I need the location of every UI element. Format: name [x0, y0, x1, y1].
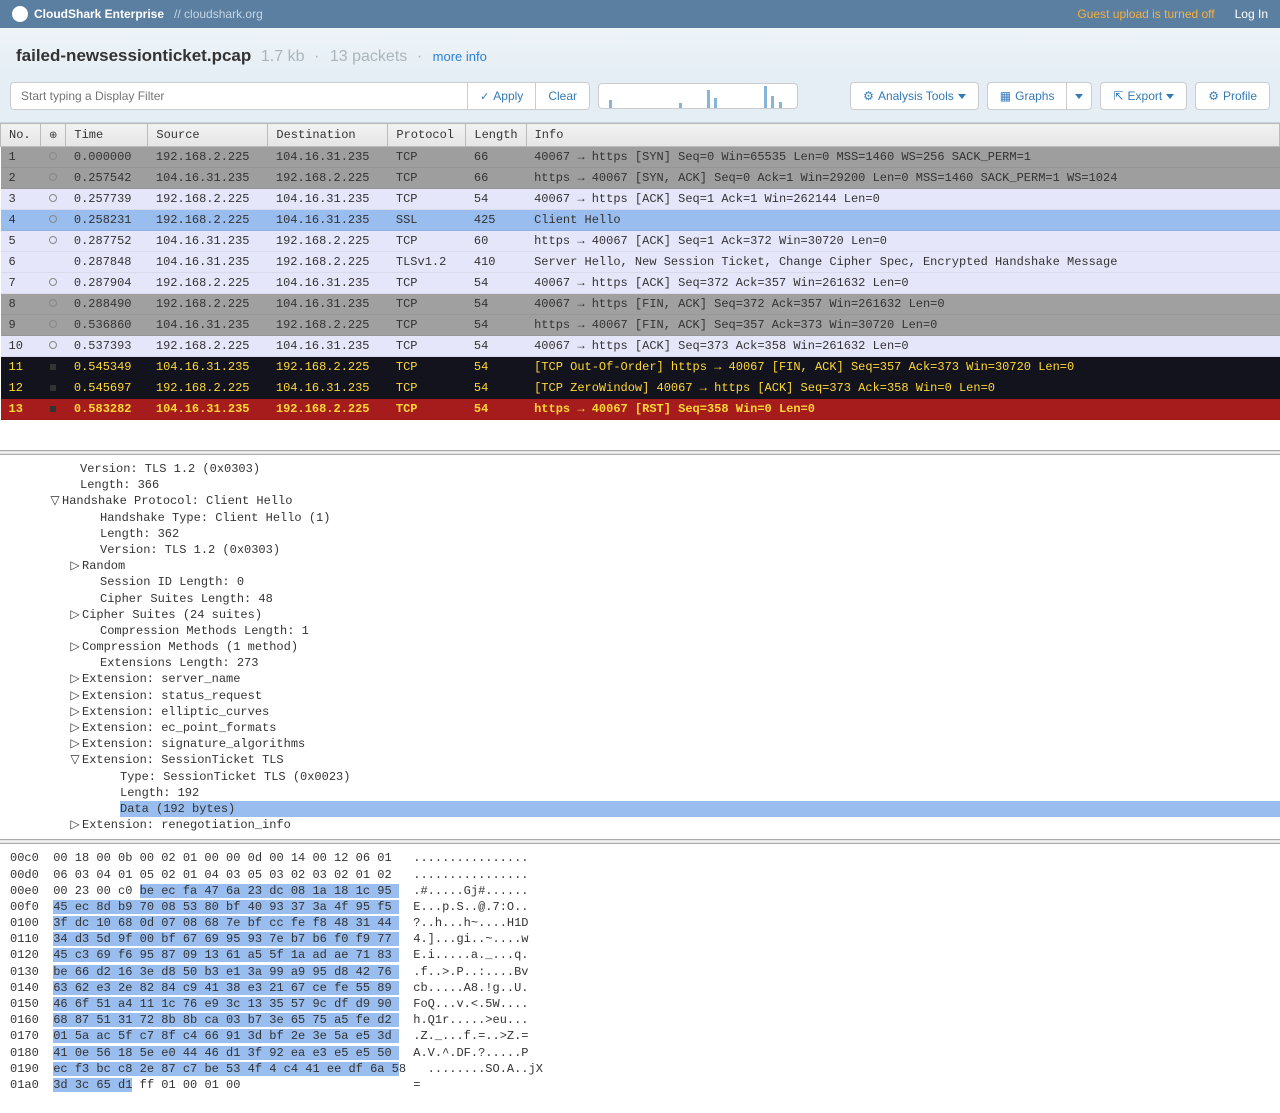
packet-row[interactable]: 120.545697192.168.2.225104.16.31.235TCP5… [1, 378, 1280, 399]
tree-node[interactable]: Version: TLS 1.2 (0x0303) [10, 461, 1270, 477]
timeline-sparkline[interactable] [598, 83, 798, 109]
more-info-link[interactable]: more info [433, 49, 487, 64]
tree-node[interactable]: Version: TLS 1.2 (0x0303) [10, 542, 1270, 558]
hex-row[interactable]: 0120 45 c3 69 f6 95 87 09 13 61 a5 5f 1a… [10, 947, 1270, 963]
column-header[interactable]: Time [66, 124, 148, 147]
chevron-down-icon [1166, 94, 1174, 99]
guest-upload-msg: Guest upload is turned off [1077, 7, 1214, 21]
packet-row[interactable]: 40.258231192.168.2.225104.16.31.235SSL42… [1, 210, 1280, 231]
tree-node[interactable]: Length: 192 [10, 785, 1270, 801]
hex-row[interactable]: 00c0 00 18 00 0b 00 02 01 00 00 0d 00 14… [10, 850, 1270, 866]
tree-node[interactable]: ▷Extension: server_name [10, 671, 1270, 687]
tree-node[interactable]: ▷Extension: signature_algorithms [10, 736, 1270, 752]
gear-icon [1208, 89, 1219, 103]
tree-node[interactable]: Compression Methods Length: 1 [10, 623, 1270, 639]
tree-node[interactable]: ▷Cipher Suites (24 suites) [10, 607, 1270, 623]
packet-list: No.⊕TimeSourceDestinationProtocolLengthI… [0, 123, 1280, 420]
column-header[interactable]: No. [1, 124, 41, 147]
column-header[interactable]: Source [148, 124, 268, 147]
hex-dump[interactable]: 00c0 00 18 00 0b 00 02 01 00 00 0d 00 14… [0, 844, 1280, 1113]
hex-row[interactable]: 00e0 00 23 00 c0 be ec fa 47 6a 23 dc 08… [10, 883, 1270, 899]
packet-row[interactable]: 30.257739192.168.2.225104.16.31.235TCP54… [1, 189, 1280, 210]
packet-row[interactable]: 80.288490192.168.2.225104.16.31.235TCP54… [1, 294, 1280, 315]
login-link[interactable]: Log In [1235, 7, 1268, 21]
profile-button[interactable]: Profile [1195, 82, 1270, 110]
tree-node[interactable]: Length: 362 [10, 526, 1270, 542]
tree-node[interactable]: ▷Compression Methods (1 method) [10, 639, 1270, 655]
hex-row[interactable]: 01a0 3d 3c 65 d1 ff 01 00 01 00 = [10, 1077, 1270, 1093]
tree-node[interactable]: Extensions Length: 273 [10, 655, 1270, 671]
hex-row[interactable]: 00d0 06 03 04 01 05 02 01 04 03 05 03 02… [10, 867, 1270, 883]
packet-row[interactable]: 60.287848104.16.31.235192.168.2.225TLSv1… [1, 252, 1280, 273]
tree-node[interactable]: ▷Extension: ec_point_formats [10, 720, 1270, 736]
packet-row[interactable]: 100.537393192.168.2.225104.16.31.235TCP5… [1, 336, 1280, 357]
export-icon [1113, 89, 1123, 103]
tree-node[interactable]: Type: SessionTicket TLS (0x0023) [10, 769, 1270, 785]
hex-row[interactable]: 0140 63 62 e3 2e 82 84 c9 41 38 e3 21 67… [10, 980, 1270, 996]
graphs-button[interactable]: Graphs [987, 82, 1067, 110]
hex-row[interactable]: 0100 3f dc 10 68 0d 07 08 68 7e bf cc fe… [10, 915, 1270, 931]
clear-button[interactable]: Clear [535, 82, 590, 110]
packet-row[interactable]: 70.287904192.168.2.225104.16.31.235TCP54… [1, 273, 1280, 294]
top-nav: CloudShark Enterprise // cloudshark.org … [0, 0, 1280, 28]
brand[interactable]: CloudShark Enterprise // cloudshark.org [12, 6, 263, 22]
chevron-down-icon [1075, 94, 1083, 99]
brand-text: CloudShark Enterprise [34, 7, 164, 21]
chart-icon [1000, 89, 1011, 103]
packet-row[interactable]: 10.000000192.168.2.225104.16.31.235TCP66… [1, 147, 1280, 168]
tree-node[interactable]: ▷Random [10, 558, 1270, 574]
display-filter-input[interactable] [10, 82, 467, 110]
tree-node[interactable]: Handshake Type: Client Hello (1) [10, 510, 1270, 526]
tree-node[interactable]: Data (192 bytes) [10, 801, 1270, 817]
logo-icon [12, 6, 28, 22]
hex-row[interactable]: 0160 68 87 51 31 72 8b 8b ca 03 b7 3e 65… [10, 1012, 1270, 1028]
graphs-caret-button[interactable] [1066, 82, 1092, 110]
gear-icon [863, 89, 874, 103]
hex-row[interactable]: 00f0 45 ec 8d b9 70 08 53 80 bf 40 93 37… [10, 899, 1270, 915]
file-size: 1.7 kb [261, 48, 305, 65]
packet-details-tree[interactable]: Version: TLS 1.2 (0x0303)Length: 366▽Han… [0, 455, 1280, 839]
file-name: failed-newsessionticket.pcap [16, 46, 251, 65]
hex-row[interactable]: 0110 34 d3 5d 9f 00 bf 67 69 95 93 7e b7… [10, 931, 1270, 947]
file-bar: failed-newsessionticket.pcap 1.7 kb · 13… [0, 28, 1280, 76]
tree-node[interactable]: ▷Extension: status_request [10, 688, 1270, 704]
file-packets: 13 packets [330, 48, 407, 65]
packet-row[interactable]: 50.287752104.16.31.235192.168.2.225TCP60… [1, 231, 1280, 252]
hex-row[interactable]: 0130 be 66 d2 16 3e d8 50 b3 e1 3a 99 a9… [10, 964, 1270, 980]
hex-row[interactable]: 0180 41 0e 56 18 5e e0 44 46 d1 3f 92 ea… [10, 1045, 1270, 1061]
column-header[interactable]: Info [526, 124, 1279, 147]
column-header[interactable]: Length [466, 124, 526, 147]
brand-sub: // cloudshark.org [174, 7, 263, 21]
export-button[interactable]: Export [1100, 82, 1187, 110]
packet-row[interactable]: 110.545349104.16.31.235192.168.2.225TCP5… [1, 357, 1280, 378]
packet-row[interactable]: 90.536860104.16.31.235192.168.2.225TCP54… [1, 315, 1280, 336]
check-icon [480, 89, 489, 103]
apply-button[interactable]: Apply [467, 82, 535, 110]
column-header[interactable]: Destination [268, 124, 388, 147]
column-header[interactable]: Protocol [388, 124, 466, 147]
hex-row[interactable]: 0150 46 6f 51 a4 11 1c 76 e9 3c 13 35 57… [10, 996, 1270, 1012]
tree-node[interactable]: Cipher Suites Length: 48 [10, 591, 1270, 607]
tree-node[interactable]: ▷Extension: elliptic_curves [10, 704, 1270, 720]
hex-row[interactable]: 0170 01 5a ac 5f c7 8f c4 66 91 3d bf 2e… [10, 1028, 1270, 1044]
packet-row[interactable]: 130.583282104.16.31.235192.168.2.225TCP5… [1, 399, 1280, 420]
analysis-tools-button[interactable]: Analysis Tools [850, 82, 979, 110]
tree-node[interactable]: Length: 366 [10, 477, 1270, 493]
chevron-down-icon [958, 94, 966, 99]
tree-node[interactable]: ▷Extension: renegotiation_info [10, 817, 1270, 833]
tree-node[interactable]: ▽Handshake Protocol: Client Hello [10, 493, 1270, 509]
packet-row[interactable]: 20.257542104.16.31.235192.168.2.225TCP66… [1, 168, 1280, 189]
tree-node[interactable]: ▽Extension: SessionTicket TLS [10, 752, 1270, 768]
toolbar: Apply Clear Analysis Tools Graphs Export… [0, 76, 1280, 123]
hex-row[interactable]: 0190 ec f3 bc c8 2e 87 c7 be 53 4f 4 c4 … [10, 1061, 1270, 1077]
tree-node[interactable]: Session ID Length: 0 [10, 574, 1270, 590]
column-header[interactable]: ⊕ [41, 124, 66, 147]
